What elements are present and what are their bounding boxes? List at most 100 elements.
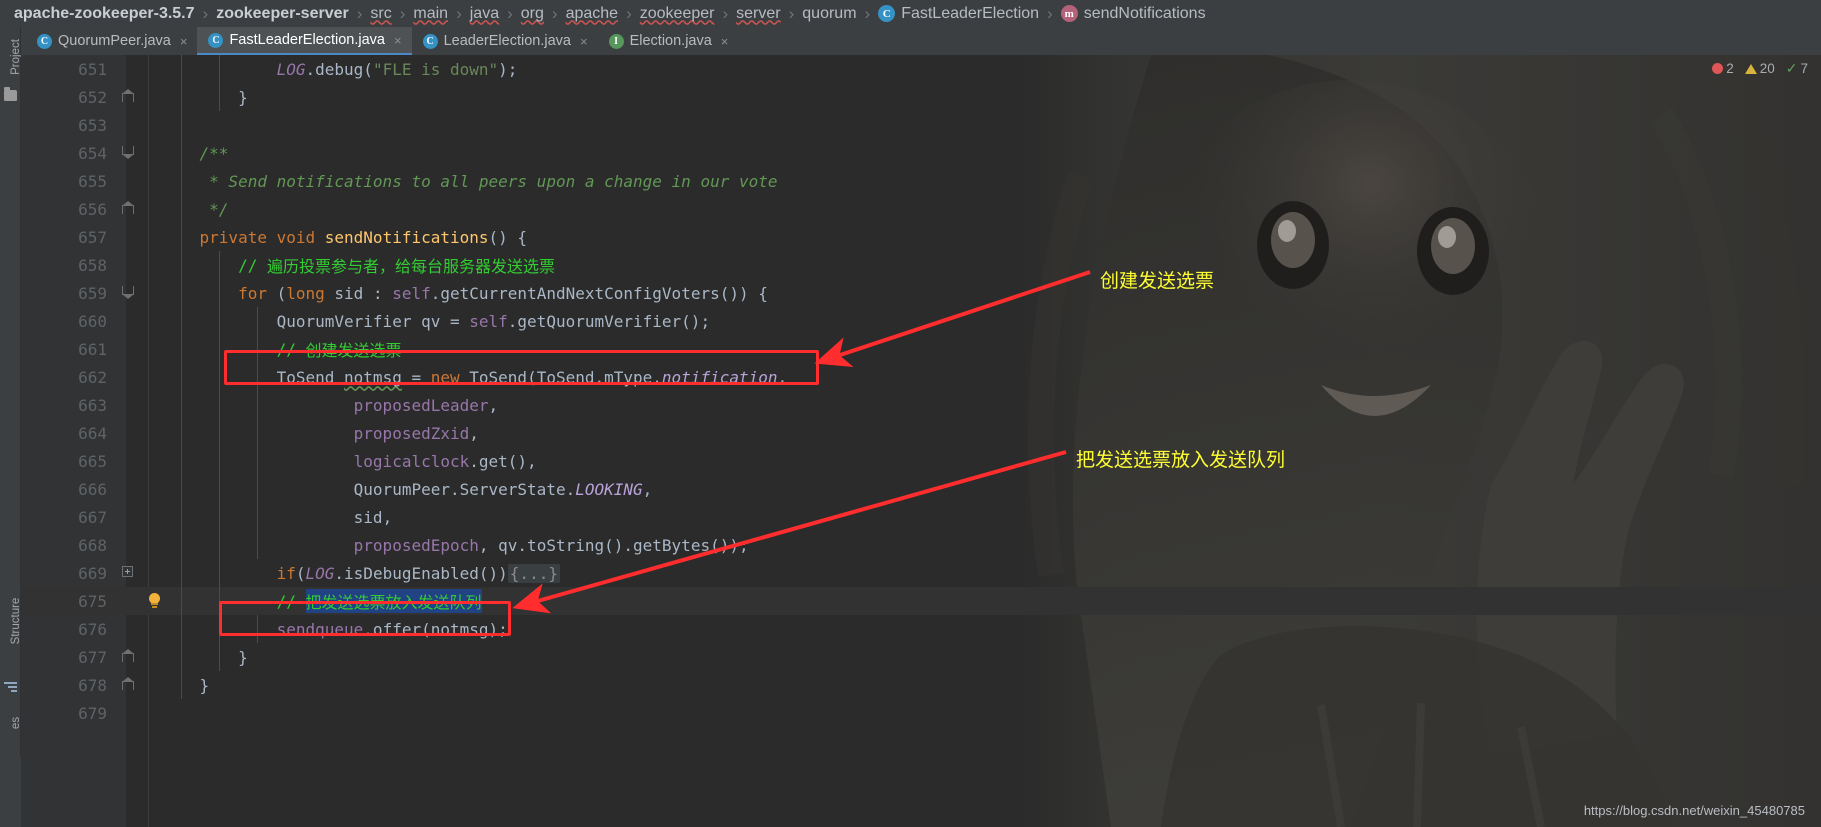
tab-fastleaderelection-java[interactable]: C FastLeaderElection.java × bbox=[197, 27, 412, 55]
breadcrumb-item-org[interactable]: org bbox=[521, 5, 566, 23]
line-number: 665 bbox=[78, 451, 107, 471]
inspection-widget[interactable]: 2 20 ✓ 7 bbox=[1712, 60, 1808, 77]
code-line[interactable]: 678 } bbox=[21, 671, 1821, 699]
breadcrumb-item-label: zookeeper bbox=[639, 4, 715, 22]
code-line[interactable]: 665 logicalclock .get(), bbox=[21, 447, 1821, 475]
code-text: } bbox=[161, 671, 210, 699]
line-number: 667 bbox=[78, 507, 107, 527]
line-number: 655 bbox=[78, 171, 107, 191]
class-icon: C bbox=[208, 32, 224, 48]
left-tool-strip: Project Structure es bbox=[0, 27, 22, 827]
structure-icon[interactable] bbox=[4, 682, 17, 693]
code-token: self bbox=[469, 311, 508, 331]
code-line[interactable]: 655 * Send notifications to all peers up… bbox=[21, 167, 1821, 195]
fold-marker-down[interactable] bbox=[122, 146, 135, 159]
breadcrumb-item-apache[interactable]: apache bbox=[566, 5, 640, 23]
tab-election-java[interactable]: I Election.java × bbox=[598, 27, 739, 55]
tab-quorumpeer-java[interactable]: C QuorumPeer.java × bbox=[26, 27, 197, 55]
line-number: 661 bbox=[78, 339, 107, 359]
code-line[interactable]: 660 QuorumVerifier qv = self .getQuorumVe… bbox=[21, 307, 1821, 335]
code-line[interactable]: 675 // 把发送选票放入发送队列 bbox=[21, 587, 1821, 615]
code-token: // bbox=[238, 255, 267, 275]
breadcrumb-item-label: java bbox=[469, 4, 500, 22]
breadcrumb-item-zookeeper[interactable]: zookeeper bbox=[640, 5, 736, 23]
code-line[interactable]: 667 sid, bbox=[21, 503, 1821, 531]
close-icon[interactable]: × bbox=[394, 34, 402, 47]
code-line[interactable]: 676 sendqueue .offer(notmsg); bbox=[21, 615, 1821, 643]
code-text: proposedEpoch, qv.toString().getBytes())… bbox=[161, 531, 749, 559]
intention-bulb-icon[interactable] bbox=[147, 593, 161, 609]
code-token: notmsg bbox=[344, 367, 402, 387]
breadcrumb-item-main[interactable]: main bbox=[413, 5, 469, 23]
code-text: private void sendNotifications() { bbox=[161, 223, 528, 251]
code-line[interactable]: 659 for (long sid : self .getCurrentAndNe… bbox=[21, 279, 1821, 307]
left-tool-strip-bottom bbox=[0, 757, 21, 827]
code-line[interactable]: 664 proposedZxid, bbox=[21, 419, 1821, 447]
code-line[interactable]: 656 */ bbox=[21, 195, 1821, 223]
code-line[interactable]: 677 } bbox=[21, 643, 1821, 671]
breadcrumb-item-label: src bbox=[370, 4, 392, 22]
fold-marker-up[interactable] bbox=[122, 649, 135, 663]
close-icon[interactable]: × bbox=[180, 35, 188, 48]
code-line[interactable]: 666 QuorumPeer.ServerState. LOOKING, bbox=[21, 475, 1821, 503]
breadcrumb-item-apache-zookeeper-3-5-7[interactable]: apache-zookeeper-3.5.7 bbox=[14, 5, 216, 23]
code-line[interactable]: 668 proposedEpoch, qv.toString().getByte… bbox=[21, 531, 1821, 559]
code-token: } bbox=[161, 87, 248, 107]
breadcrumb-item-quorum[interactable]: quorum bbox=[802, 5, 878, 23]
method-icon: m bbox=[1060, 5, 1078, 22]
fold-marker-up[interactable] bbox=[122, 677, 135, 691]
code-line[interactable]: 652 } bbox=[21, 83, 1821, 111]
code-text: * Send notifications to all peers upon a… bbox=[161, 167, 777, 195]
breadcrumb[interactable]: apache-zookeeper-3.5.7 zookeeper-server sr… bbox=[0, 0, 1821, 27]
breadcrumb-item-label: org bbox=[520, 4, 544, 22]
breadcrumb-item-server[interactable]: server bbox=[736, 5, 802, 23]
fold-marker-up[interactable] bbox=[122, 89, 135, 103]
code-line[interactable]: 653 bbox=[21, 111, 1821, 139]
folder-icon[interactable] bbox=[4, 87, 17, 101]
line-number: 678 bbox=[78, 675, 107, 695]
tab-leaderelection-java[interactable]: C LeaderElection.java × bbox=[412, 27, 598, 55]
breadcrumb-item-fastleaderelection[interactable]: C FastLeaderElection bbox=[878, 5, 1061, 23]
breadcrumb-item-java[interactable]: java bbox=[470, 5, 521, 23]
line-number: 658 bbox=[78, 255, 107, 275]
code-line[interactable]: 669 if(LOG .isDebugEnabled()) {...} bbox=[21, 559, 1821, 587]
code-editor[interactable]: 651 LOG .debug("FLE is down"); 652 } 653 654… bbox=[21, 55, 1821, 827]
code-lines[interactable]: 651 LOG .debug("FLE is down"); 652 } 653 654… bbox=[21, 55, 1821, 727]
fold-marker-down[interactable] bbox=[122, 286, 135, 299]
code-line[interactable]: 662 ToSend notmsg = new ToSend(ToSend.mT… bbox=[21, 363, 1821, 391]
code-line[interactable]: 654 /** bbox=[21, 139, 1821, 167]
breadcrumb-item-zookeeper-server[interactable]: zookeeper-server bbox=[216, 5, 370, 23]
breadcrumb-item-src[interactable]: src bbox=[370, 5, 413, 23]
warning-indicator[interactable]: 20 bbox=[1744, 61, 1775, 76]
code-token: } bbox=[161, 647, 248, 667]
code-token: notification bbox=[661, 367, 778, 387]
code-line[interactable]: 679 bbox=[21, 699, 1821, 727]
close-icon[interactable]: × bbox=[721, 35, 729, 48]
code-line[interactable]: 663 proposedLeader, bbox=[21, 391, 1821, 419]
error-indicator[interactable]: 2 bbox=[1712, 61, 1734, 76]
check-icon: ✓ bbox=[1785, 60, 1798, 76]
code-line[interactable]: 661 // 创建发送选票 bbox=[21, 335, 1821, 363]
close-icon[interactable]: × bbox=[580, 35, 588, 48]
fold-marker-plus[interactable] bbox=[122, 566, 135, 579]
breadcrumb-item-sendnotifications[interactable]: m sendNotifications bbox=[1060, 4, 1206, 23]
code-token: .get(), bbox=[469, 451, 537, 471]
fold-glyph bbox=[122, 677, 134, 691]
code-text: /** bbox=[161, 139, 229, 167]
code-line[interactable]: 658 // 遍历投票参与者，给每台服务器发送选票 bbox=[21, 251, 1821, 279]
code-token: /** bbox=[161, 143, 229, 163]
ok-indicator[interactable]: ✓ 7 bbox=[1786, 60, 1808, 77]
breadcrumb-item-label: sendNotifications bbox=[1083, 4, 1206, 22]
code-token: .getQuorumVerifier(); bbox=[507, 311, 711, 331]
code-token: logicalclock bbox=[353, 451, 470, 471]
code-line[interactable]: 651 LOG .debug("FLE is down"); bbox=[21, 55, 1821, 83]
code-line[interactable]: 657 private void sendNotifications() { bbox=[21, 223, 1821, 251]
editor-tab-bar[interactable]: C QuorumPeer.java × C FastLeaderElection.jav… bbox=[0, 27, 1821, 55]
code-text: sendqueue .offer(notmsg); bbox=[161, 615, 508, 643]
code-token: QuorumPeer.ServerState. bbox=[161, 479, 576, 499]
fold-marker-up[interactable] bbox=[122, 201, 135, 215]
code-token: */ bbox=[161, 199, 229, 219]
code-text: // 把发送选票放入发送队列 bbox=[161, 587, 482, 615]
